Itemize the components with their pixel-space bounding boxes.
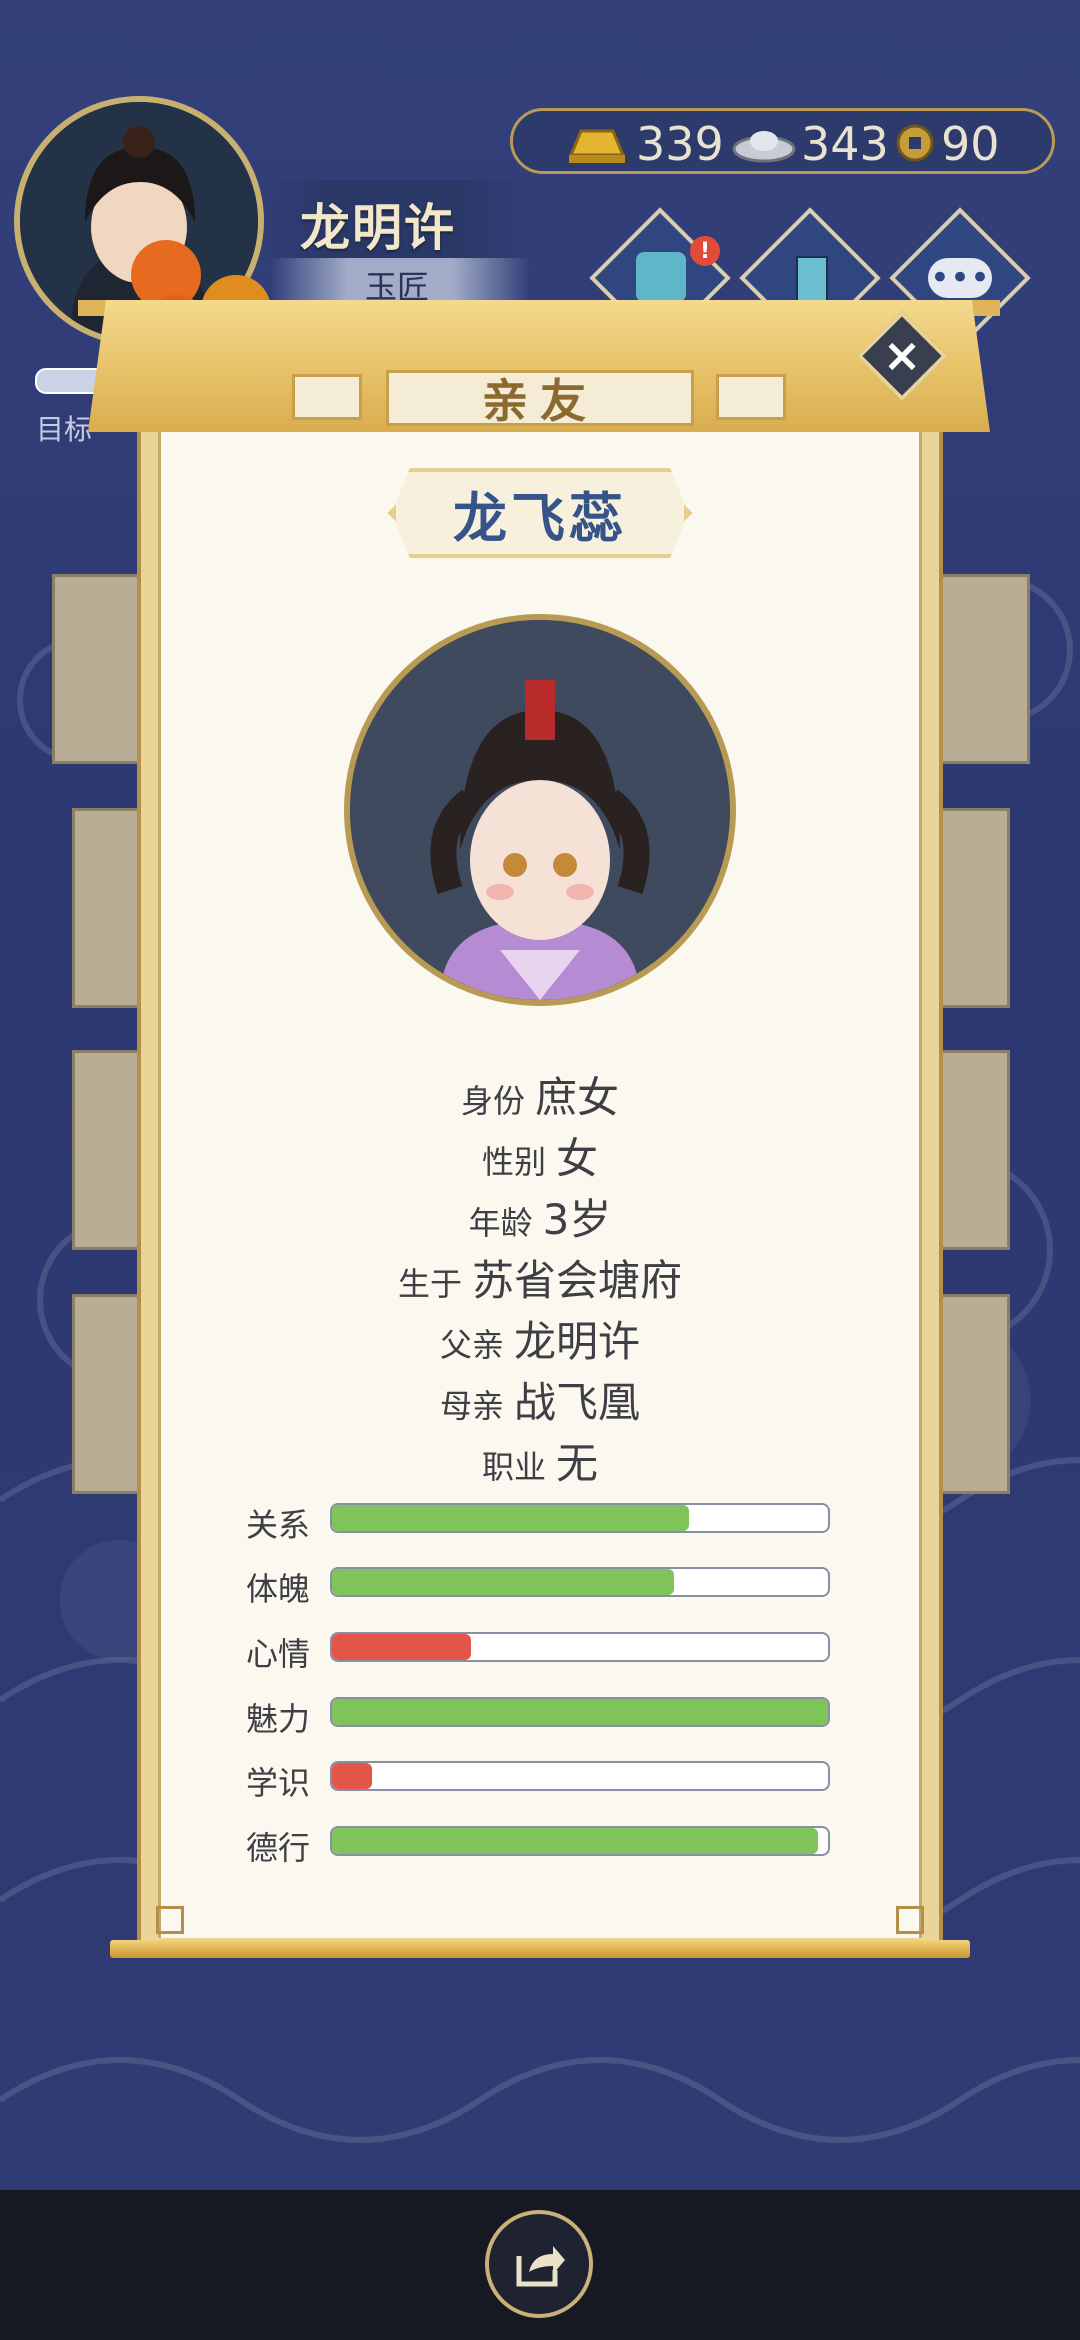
gift-icon	[636, 252, 686, 302]
info-row-identity: 身份 庶女	[460, 1073, 620, 1122]
bg-card	[940, 574, 1030, 764]
stat-bar-mood	[330, 1632, 830, 1662]
target-label: 目标	[36, 413, 93, 446]
info-row-gender: 性别女	[481, 1134, 599, 1183]
info-row-birthplace: 生于 苏省会塘府	[397, 1256, 683, 1305]
bg-card	[940, 808, 1010, 1008]
bg-card	[940, 1050, 1010, 1250]
stat-bar-charm	[330, 1697, 830, 1727]
more-icon: •••	[928, 258, 992, 298]
person-name: 龙飞蕊	[453, 486, 627, 550]
person-name-plate: 龙飞蕊	[392, 468, 688, 558]
stat-label-knowledge: 学识	[246, 1764, 311, 1802]
share-icon	[516, 2246, 565, 2287]
silver-ingot-icon	[732, 131, 796, 163]
stat-label-mood: 心情	[246, 1635, 311, 1673]
bg-card	[72, 1294, 142, 1494]
stat-bar-knowledge	[330, 1761, 830, 1791]
close-icon[interactable]: ×	[874, 322, 930, 388]
bg-card	[52, 574, 142, 764]
stat-bar-relation	[330, 1503, 830, 1533]
alert-badge-icon: !	[690, 236, 720, 266]
person-portrait	[344, 614, 736, 1006]
info-row-father: 父亲 龙明许	[439, 1317, 641, 1366]
dialog-title-box: 亲友	[386, 370, 694, 428]
currency-bar: 339 343 90	[510, 108, 1055, 174]
silver-value: 343	[801, 117, 889, 171]
bg-card	[72, 1050, 142, 1250]
bg-card	[72, 808, 142, 1008]
gold-ingot-icon	[568, 129, 626, 163]
share-button[interactable]	[485, 2210, 593, 2318]
info-row-age: 年龄 3岁	[468, 1195, 612, 1244]
header-ornament	[716, 374, 786, 420]
stat-label-physique: 体魄	[246, 1570, 311, 1608]
stat-label-relation: 关系	[246, 1506, 311, 1544]
player-name: 龙明许	[300, 199, 456, 257]
stat-label-virtue: 德行	[246, 1829, 311, 1867]
bg-card	[940, 1294, 1010, 1494]
bottom-rod	[110, 1940, 970, 1958]
stat-bar-physique	[330, 1567, 830, 1597]
frame-corner	[896, 1906, 924, 1934]
copper-coin-icon	[896, 124, 934, 162]
gold-value: 339	[636, 117, 724, 171]
stat-bar-virtue	[330, 1826, 830, 1856]
header-ornament	[292, 374, 362, 420]
info-row-mother: 母亲 战飞凰	[439, 1378, 641, 1427]
coin-value: 90	[941, 117, 1000, 171]
dialog-title: 亲友	[482, 374, 598, 428]
frame-corner	[156, 1906, 184, 1934]
stat-label-charm: 魅力	[246, 1700, 311, 1738]
info-row-occupation: 职业无	[481, 1439, 599, 1488]
